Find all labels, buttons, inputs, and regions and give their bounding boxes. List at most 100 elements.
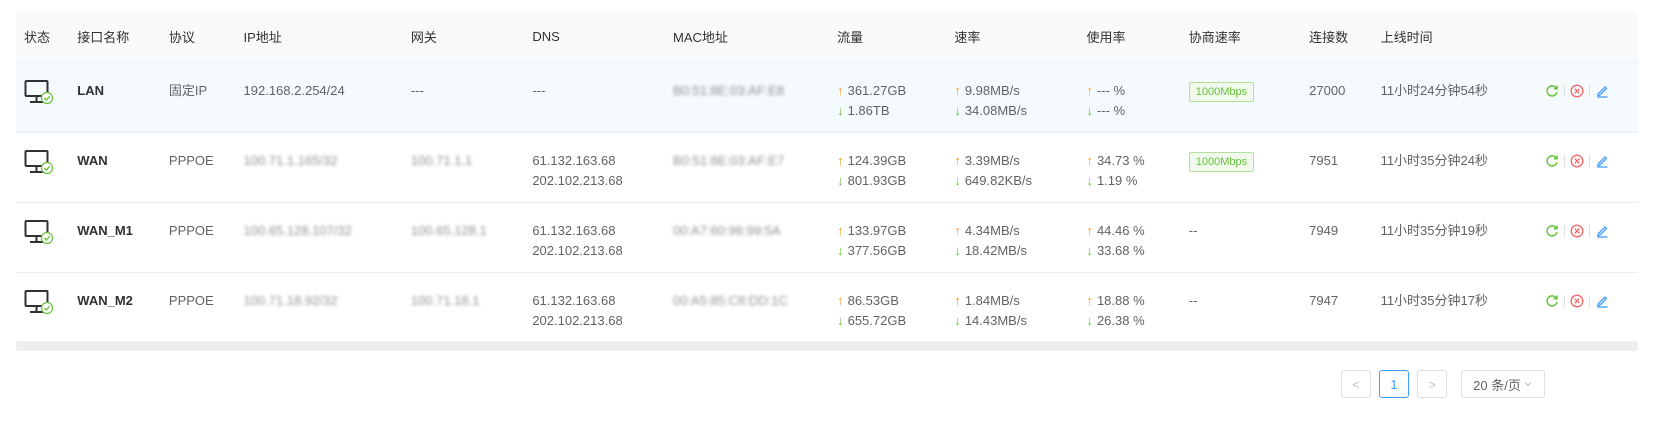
monitor-check-icon [24, 79, 54, 104]
col-uptime: 上线时间 [1372, 12, 1533, 63]
refresh-icon [1546, 224, 1559, 237]
protocol: PPPOE [168, 152, 214, 168]
traffic-up: 124.39GB [847, 152, 907, 168]
usage-down: 1.19 % [1096, 172, 1138, 188]
mac-address: B0:51:8E:03:AF:E8 [672, 82, 785, 98]
uptime: 11小时35分钟17秒 [1380, 292, 1488, 308]
dns-secondary: 202.102.213.68 [532, 242, 623, 258]
gateway: 100.71.18.1 [410, 292, 480, 308]
ip-address: 100.65.128.107/32 [243, 222, 352, 238]
rate-down: 649.82KB/s [964, 172, 1033, 188]
usage-down: --- % [1096, 102, 1126, 118]
uptime: 11小时24分钟54秒 [1380, 82, 1488, 98]
rate-up: 4.34MB/s [964, 222, 1020, 238]
dns-primary: 61.132.163.68 [532, 222, 616, 238]
traffic-down: 1.86TB [847, 102, 890, 118]
status-cell [16, 132, 69, 202]
disconnect-button[interactable] [1565, 291, 1589, 311]
refresh-icon [1546, 84, 1559, 97]
disconnect-icon [1570, 153, 1584, 168]
interface-name: WAN [77, 152, 108, 168]
connections: 7951 [1309, 152, 1339, 168]
arrow-up-icon: ↑ [837, 222, 844, 238]
connections: 27000 [1309, 82, 1346, 98]
arrow-down-icon: ↓ [954, 102, 961, 118]
row-actions [1540, 81, 1638, 101]
col-negotiated: 协商速率 [1180, 12, 1302, 63]
rate-up: 3.39MB/s [964, 152, 1020, 168]
interface-table: 状态 接口名称 协议 IP地址 网关 DNS MAC地址 流量 速率 使用率 协… [16, 12, 1638, 343]
arrow-down-icon: ↓ [954, 242, 961, 258]
arrow-down-icon: ↓ [1086, 172, 1093, 188]
negotiated-rate: -- [1188, 292, 1198, 308]
col-rate: 速率 [946, 12, 1079, 63]
arrow-up-icon: ↑ [1086, 152, 1093, 168]
row-actions [1540, 151, 1638, 171]
traffic-up: 86.53GB [847, 292, 899, 308]
disconnect-icon [1570, 223, 1584, 238]
uptime: 11小时35分钟24秒 [1380, 152, 1488, 168]
col-connections: 连接数 [1301, 12, 1373, 63]
refresh-button[interactable] [1540, 221, 1564, 241]
edit-button[interactable] [1590, 81, 1614, 101]
arrow-down-icon: ↓ [837, 172, 844, 188]
gateway: 100.65.128.1 [410, 222, 487, 238]
arrow-up-icon: ↑ [837, 82, 844, 98]
protocol: PPPOE [168, 292, 214, 308]
traffic-down: 377.56GB [847, 242, 907, 258]
usage-up: 18.88 % [1096, 292, 1145, 308]
arrow-up-icon: ↑ [954, 152, 961, 168]
connections: 7949 [1309, 222, 1339, 238]
arrow-down-icon: ↓ [954, 312, 961, 328]
edit-button[interactable] [1590, 291, 1614, 311]
traffic-up: 361.27GB [847, 82, 907, 98]
interface-name: WAN_M1 [77, 222, 133, 238]
uptime: 11小时35分钟19秒 [1380, 222, 1488, 238]
status-cell [16, 202, 69, 272]
edit-button[interactable] [1590, 221, 1614, 241]
connections: 7947 [1309, 292, 1339, 308]
page-size-select[interactable]: 20 条/页 [1461, 370, 1545, 398]
col-mac: MAC地址 [664, 12, 830, 63]
col-status: 状态 [16, 12, 70, 63]
horizontal-scrollbar[interactable] [16, 341, 1638, 351]
protocol: 固定IP [168, 82, 208, 98]
disconnect-button[interactable] [1565, 221, 1589, 241]
arrow-down-icon: ↓ [837, 312, 844, 328]
refresh-button[interactable] [1540, 81, 1564, 101]
status-cell [16, 62, 69, 132]
disconnect-button[interactable] [1565, 151, 1589, 171]
next-page-button[interactable]: > [1417, 370, 1447, 398]
edit-icon [1597, 225, 1608, 238]
mac-address: B0:51:8E:03:AF:E7 [672, 152, 785, 168]
dns-primary: 61.132.163.68 [532, 292, 616, 308]
refresh-button[interactable] [1540, 291, 1564, 311]
arrow-up-icon: ↑ [954, 82, 961, 98]
row-actions [1540, 221, 1638, 241]
arrow-up-icon: ↑ [954, 222, 961, 238]
usage-up: 34.73 % [1096, 152, 1145, 168]
traffic-down: 655.72GB [847, 312, 907, 328]
col-gateway: 网关 [402, 12, 525, 63]
table-row: LAN 固定IP 192.168.2.254/24 --- --- B0:51:… [16, 62, 1638, 132]
arrow-up-icon: ↑ [837, 292, 844, 308]
edit-button[interactable] [1590, 151, 1614, 171]
row-actions [1540, 291, 1638, 311]
col-actions [1532, 12, 1638, 63]
table-header: 状态 接口名称 协议 IP地址 网关 DNS MAC地址 流量 速率 使用率 协… [16, 12, 1638, 63]
arrow-up-icon: ↑ [837, 152, 844, 168]
disconnect-button[interactable] [1565, 81, 1589, 101]
refresh-button[interactable] [1540, 151, 1564, 171]
negotiated-rate-badge: 1000Mbps [1188, 151, 1255, 172]
ip-address: 100.71.18.92/32 [243, 292, 338, 308]
prev-page-button[interactable]: < [1341, 370, 1371, 398]
rate-down: 14.43MB/s [964, 312, 1027, 328]
monitor-check-icon [24, 219, 54, 244]
col-protocol: 协议 [160, 12, 236, 63]
usage-down: 33.68 % [1096, 242, 1145, 258]
refresh-icon [1546, 294, 1559, 307]
negotiated-rate: -- [1188, 222, 1198, 238]
table-row: WAN PPPOE 100.71.1.165/32 100.71.1.1 61.… [16, 132, 1638, 202]
col-traffic: 流量 [829, 12, 947, 63]
page-1-button[interactable]: 1 [1379, 370, 1409, 398]
